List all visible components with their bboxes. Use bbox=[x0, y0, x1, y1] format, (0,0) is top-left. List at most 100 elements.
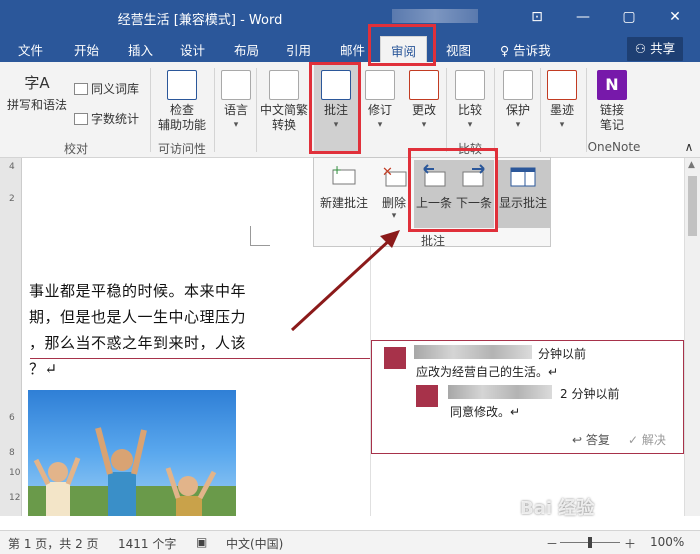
resolve-icon: ✓ bbox=[628, 433, 642, 447]
avatar bbox=[416, 385, 438, 407]
maximize-button[interactable]: ▢ bbox=[616, 6, 642, 28]
changes-button[interactable]: 更改 ▾ bbox=[406, 70, 442, 133]
chevron-up-icon: ∧ bbox=[684, 140, 694, 154]
compare-label: 比较 bbox=[457, 103, 482, 117]
doc-text-line[interactable]: ，那么当不惑之年到来时，人该 bbox=[29, 332, 246, 353]
vertical-scrollbar[interactable]: ▲ bbox=[684, 158, 700, 516]
reply-button[interactable]: ↩ 答复 bbox=[572, 431, 610, 448]
tab-insert[interactable]: 插入 bbox=[128, 40, 153, 59]
tab-mailings[interactable]: 邮件 bbox=[340, 40, 365, 59]
zoom-level[interactable]: 100% bbox=[650, 535, 684, 549]
vertical-ruler: 4 2 6 8 10 12 bbox=[0, 158, 22, 516]
zoom-out-button[interactable]: － bbox=[546, 535, 558, 552]
language-label: 语言 bbox=[223, 103, 248, 117]
track-changes-icon bbox=[365, 70, 395, 100]
spelling-label: 拼写和语法 bbox=[6, 98, 67, 112]
spelling-grammar-button[interactable]: 字A 拼写和语法 bbox=[4, 68, 70, 113]
share-button[interactable]: ⚇ 共享 bbox=[627, 37, 683, 61]
accessibility-icon bbox=[167, 70, 197, 100]
show-comments-button[interactable]: 显示批注 bbox=[496, 160, 550, 228]
new-comment-icon: + bbox=[330, 163, 358, 190]
thesaurus-label: 同义词库 bbox=[91, 82, 140, 96]
tab-references[interactable]: 引用 bbox=[286, 40, 311, 59]
ink-icon bbox=[547, 70, 577, 100]
protect-button[interactable]: 保护 ▾ bbox=[500, 70, 536, 133]
comment-text[interactable]: 应改为经营自己的生活。↵ bbox=[416, 363, 558, 380]
tell-me-search[interactable]: ♀ 告诉我 bbox=[500, 40, 551, 59]
link-label-2: 笔记 bbox=[599, 118, 624, 132]
onenote-icon: N bbox=[597, 70, 627, 100]
tab-view[interactable]: 视图 bbox=[446, 40, 471, 59]
tab-layout[interactable]: 布局 bbox=[234, 40, 259, 59]
author-name-blurred bbox=[448, 385, 552, 399]
ruler-tick: 6 bbox=[9, 413, 15, 423]
reply-icon: ↩ bbox=[572, 433, 586, 447]
chinese-conversion-button[interactable]: 中文简繁 转换 bbox=[258, 70, 310, 133]
svg-text:✕: ✕ bbox=[382, 165, 393, 180]
review-tab-highlight bbox=[368, 24, 436, 66]
ink-label: 墨迹 bbox=[549, 103, 574, 117]
linked-notes-button[interactable]: N 链接 笔记 bbox=[592, 70, 632, 133]
resolve-button[interactable]: ✓ 解决 bbox=[628, 431, 666, 448]
tab-home[interactable]: 开始 bbox=[74, 40, 99, 59]
annotation-arrow bbox=[290, 230, 400, 332]
document-photo[interactable] bbox=[28, 390, 236, 516]
minimize-button[interactable]: — bbox=[570, 6, 596, 28]
tab-design[interactable]: 设计 bbox=[180, 40, 205, 59]
page-count[interactable]: 第 1 页，共 2 页 bbox=[8, 535, 99, 552]
thesaurus-button[interactable]: 同义词库 bbox=[74, 80, 139, 97]
comment-thread[interactable]: 分钟以前 应改为经营自己的生活。↵ 2 分钟以前 同意修改。↵ ↩ 答复 ✓ 解… bbox=[371, 340, 684, 454]
new-comment-label: 新建批注 bbox=[319, 196, 368, 210]
doc-text-line[interactable]: 期，但是也是人一生中心理压力 bbox=[29, 306, 246, 327]
language-button[interactable]: 语言 ▾ bbox=[218, 70, 254, 133]
track-label: 修订 bbox=[367, 103, 392, 117]
zoom-in-button[interactable]: ＋ bbox=[624, 535, 636, 552]
group-separator bbox=[494, 68, 495, 152]
doc-text-line[interactable]: 事业都是平稳的时候。本来中年 bbox=[29, 280, 246, 301]
compare-button[interactable]: 比较 ▾ bbox=[452, 70, 488, 133]
word-count[interactable]: 1411 个字 bbox=[118, 535, 176, 552]
reply-time: 2 分钟以前 bbox=[560, 387, 620, 401]
track-changes-button[interactable]: 修订 ▾ bbox=[362, 70, 398, 133]
conversion-icon bbox=[269, 70, 299, 100]
show-comments-icon bbox=[509, 164, 537, 190]
svg-text:+: + bbox=[332, 164, 342, 177]
show-comments-label: 显示批注 bbox=[498, 196, 547, 210]
close-button[interactable]: ✕ bbox=[662, 6, 688, 28]
chevron-down-icon: ▾ bbox=[559, 120, 565, 130]
lightbulb-icon: ♀ bbox=[500, 43, 514, 58]
new-comment-button[interactable]: + 新建批注 bbox=[318, 163, 370, 224]
reply-label: 答复 bbox=[585, 433, 610, 447]
zoom-slider-thumb[interactable] bbox=[588, 537, 592, 548]
count-icon bbox=[74, 113, 88, 125]
language-status[interactable]: 中文(中国) bbox=[226, 535, 283, 552]
status-bar: 第 1 页，共 2 页 1411 个字 ▣ 中文(中国) － ＋ 100% bbox=[0, 530, 700, 554]
people-jumping-image bbox=[28, 427, 236, 516]
group-proofing-label: 校对 bbox=[63, 142, 88, 156]
margin-corner-mark bbox=[250, 226, 270, 246]
chinese-label-1: 中文简繁 bbox=[259, 103, 308, 117]
reply-text[interactable]: 同意修改。↵ bbox=[450, 403, 520, 420]
scroll-up-icon[interactable]: ▲ bbox=[688, 160, 695, 170]
chevron-down-icon: ▾ bbox=[233, 120, 239, 130]
doc-text-line[interactable]: ？↵ bbox=[29, 358, 58, 379]
group-separator bbox=[540, 68, 541, 152]
title-bar: 经营生活 [兼容模式] - Word ⊡ — ▢ ✕ bbox=[0, 0, 700, 34]
collapse-ribbon-button[interactable]: ∧ bbox=[682, 140, 696, 155]
ink-button[interactable]: 墨迹 ▾ bbox=[544, 70, 580, 133]
changes-icon bbox=[409, 70, 439, 100]
ribbon-options-icon[interactable]: ⊡ bbox=[524, 6, 550, 28]
check-label-2: 辅助功能 bbox=[157, 118, 206, 132]
group-separator bbox=[150, 68, 151, 152]
ribbon-tabs: 文件 开始 插入 设计 布局 引用 邮件 审阅 视图 ♀ 告诉我 ⚇ 共享 bbox=[0, 34, 700, 62]
scrollbar-thumb[interactable] bbox=[688, 176, 697, 236]
word-count-button[interactable]: 字数统计 bbox=[74, 110, 139, 127]
tab-file[interactable]: 文件 bbox=[18, 40, 43, 59]
word-count-label: 字数统计 bbox=[91, 112, 140, 126]
ruler-tick: 8 bbox=[9, 448, 15, 458]
changes-label: 更改 bbox=[411, 103, 436, 117]
account-name-blurred[interactable] bbox=[392, 9, 478, 23]
comment-anchor-line bbox=[30, 358, 370, 359]
proofing-status-icon[interactable]: ▣ bbox=[196, 535, 207, 549]
check-accessibility-button[interactable]: 检查 辅助功能 bbox=[154, 70, 210, 133]
